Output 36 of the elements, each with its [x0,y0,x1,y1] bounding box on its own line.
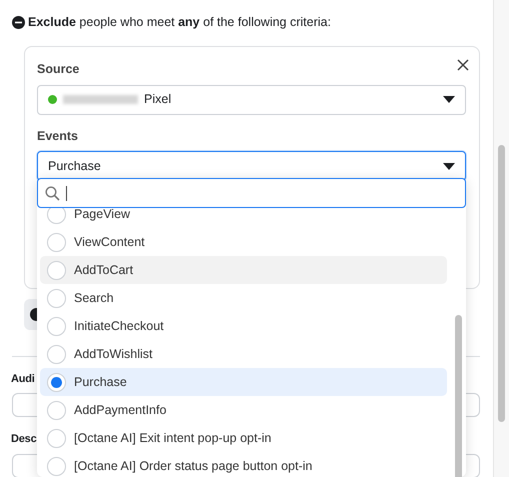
event-option[interactable]: [Octane AI] Exit intent pop-up opt-in [40,424,447,452]
event-option[interactable]: AddPaymentInfo [40,396,447,424]
caret-icon [443,96,455,103]
event-option[interactable]: Purchase [40,368,447,396]
radio-button[interactable] [47,208,66,224]
radio-button[interactable] [47,316,66,336]
page-scrollbar[interactable] [493,0,509,477]
radio-button[interactable] [47,344,66,364]
close-icon[interactable] [457,58,469,71]
event-option[interactable]: ViewContent [40,228,447,256]
caret-icon [443,162,455,170]
field-label: Desc [11,432,36,448]
event-option[interactable]: [Octane AI] Order status page button opt-in [40,452,447,477]
event-option[interactable]: AddToWishlist [40,340,447,368]
source-dropdown[interactable]: Pixel [37,84,466,114]
search-field[interactable] [37,178,466,208]
radio-button[interactable] [47,372,66,392]
criteria-heading: Exclude people who meet any of the following criteria: [28,14,331,31]
radio-button[interactable] [47,260,66,280]
event-option[interactable]: Search [40,284,447,312]
search-icon [45,186,60,200]
scrollbar-thumb[interactable] [455,315,462,477]
radio-button[interactable] [47,288,66,308]
radio-button[interactable] [47,428,66,448]
scrollbar-thumb[interactable] [498,145,505,422]
event-option[interactable]: AddToCart [40,256,447,284]
event-option[interactable]: PageView [40,208,447,228]
minus-circle-icon [12,16,25,29]
status-dot [48,95,57,104]
field-label: Events [37,128,78,144]
field-label: Source [37,60,80,78]
radio-button[interactable] [47,232,66,252]
field-label: Audi [11,372,35,387]
radio-button[interactable] [47,400,66,420]
radio-button[interactable] [47,456,66,476]
event-option[interactable]: InitiateCheckout [40,312,447,340]
